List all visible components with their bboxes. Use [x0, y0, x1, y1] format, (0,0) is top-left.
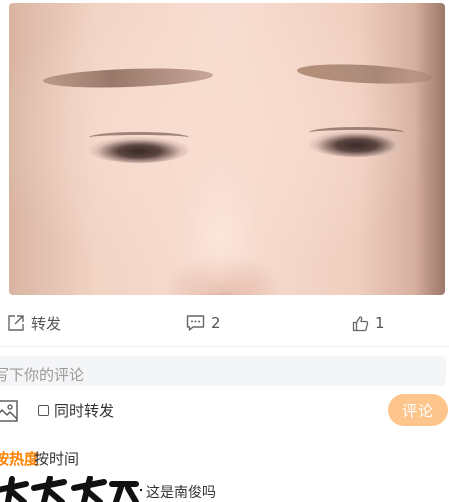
- action-divider: [0, 346, 449, 347]
- repost-checkbox[interactable]: 同时转发: [38, 400, 114, 421]
- comment-input-placeholder: 写下你的评论: [0, 366, 85, 384]
- sort-by-time-tab[interactable]: 按时间: [34, 448, 79, 469]
- image-icon[interactable]: [0, 400, 18, 422]
- comment-text: 这是南俊吗: [146, 485, 216, 501]
- post-photo[interactable]: [9, 3, 445, 295]
- composer-toolbar: 同时转发: [0, 394, 449, 428]
- like-count: 1: [375, 314, 385, 332]
- comment-bubble-icon: [186, 315, 205, 331]
- nose-highlight: [179, 153, 259, 293]
- comment-button[interactable]: 2: [186, 305, 221, 341]
- submit-comment-button[interactable]: 评论: [388, 394, 448, 426]
- comment-sort-row: 按热度 按时间: [0, 448, 449, 470]
- share-icon: [8, 315, 24, 331]
- cheek-shadow: [415, 3, 445, 295]
- like-button[interactable]: 1: [352, 305, 385, 341]
- repost-checkbox-label: 同时转发: [54, 402, 115, 420]
- left-eyebrow: [42, 66, 214, 90]
- repost-checkbox-box[interactable]: [38, 405, 49, 416]
- post-action-bar: 转发 2 1: [0, 305, 449, 345]
- forward-button[interactable]: 转发: [7, 305, 61, 341]
- right-eyebrow: [296, 61, 433, 87]
- left-eye: [89, 137, 189, 163]
- comment-input[interactable]: 写下你的评论: [0, 356, 446, 386]
- right-eye: [309, 131, 404, 157]
- forward-label: 转发: [31, 314, 62, 333]
- comment-list-item: 这是南俊吗: [0, 476, 449, 502]
- comment-count: 2: [211, 314, 221, 332]
- thumbs-up-icon: [352, 315, 369, 331]
- user-nickname-artwork[interactable]: [0, 476, 146, 502]
